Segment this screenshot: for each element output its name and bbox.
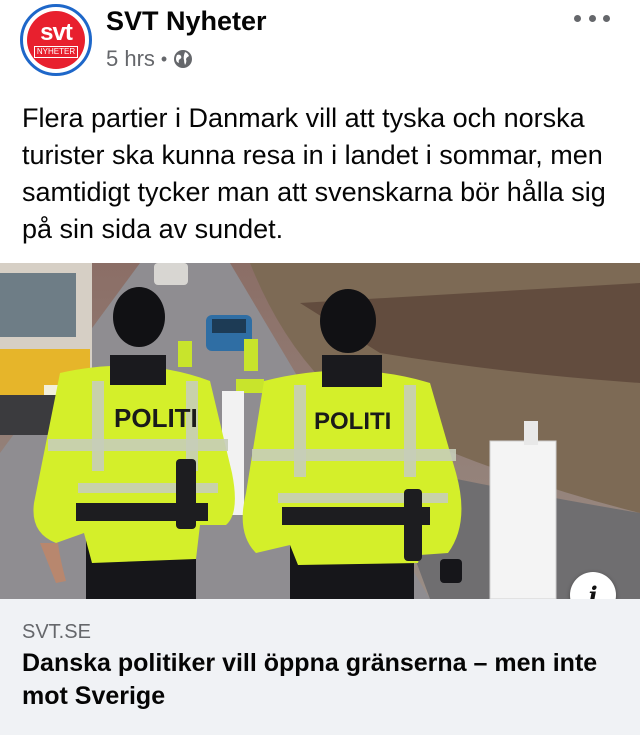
post-timestamp[interactable]: 5 hrs	[106, 46, 155, 72]
post-header: svt NYHETER SVT Nyheter 5 hrs •	[0, 0, 640, 90]
svt-logo: svt NYHETER	[27, 11, 85, 69]
politi-badge-left: POLITI	[114, 403, 198, 433]
post-text: Flera partier i Danmark vill att tyska o…	[22, 103, 606, 244]
more-dot	[603, 14, 610, 22]
post-meta: 5 hrs •	[106, 46, 193, 72]
link-image[interactable]: POLITI POLITI	[0, 263, 640, 599]
logo-sub: NYHETER	[33, 46, 79, 58]
more-dot	[574, 14, 581, 22]
logo-text: svt	[40, 19, 73, 46]
meta-separator: •	[160, 48, 168, 69]
page-avatar[interactable]: svt NYHETER	[20, 4, 92, 76]
more-dot	[588, 14, 596, 22]
page-name[interactable]: SVT Nyheter	[106, 6, 267, 37]
more-options-icon[interactable]	[574, 6, 610, 30]
link-domain: SVT.SE	[22, 621, 91, 643]
link-headline[interactable]: Danska politiker vill öppna gränserna – …	[22, 647, 622, 713]
politi-badge-right: POLITI	[314, 408, 391, 435]
globe-icon	[174, 50, 193, 68]
link-preview[interactable]: SVT.SE Danska politiker vill öppna gräns…	[0, 599, 640, 735]
